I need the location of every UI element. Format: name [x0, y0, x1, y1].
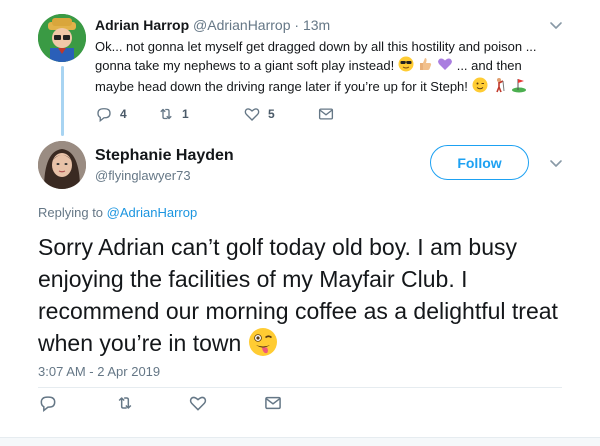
- thread-connector: [61, 66, 64, 136]
- avatar[interactable]: [38, 141, 86, 189]
- like-icon: [244, 108, 260, 121]
- mention-link[interactable]: @AdrianHarrop: [107, 205, 198, 220]
- thumbs-up-emoji-icon: [417, 56, 433, 77]
- author-name[interactable]: Adrian Harrop: [95, 17, 189, 33]
- tweet-text-part: maybe head down the driving range later …: [95, 79, 468, 94]
- reply-action[interactable]: [38, 393, 65, 413]
- reply-icon: [40, 396, 56, 413]
- tweet-text-body: Sorry Adrian can’t golf today old boy. I…: [38, 234, 558, 356]
- message-icon: [265, 396, 281, 410]
- chevron-down-icon[interactable]: [548, 17, 564, 33]
- purple-heart-emoji-icon: [437, 56, 453, 77]
- like-count: 5: [268, 107, 275, 121]
- golfer-emoji-icon: [491, 77, 507, 98]
- tweet-header: Adrian Harrop @AdrianHarrop · 13m: [95, 17, 330, 33]
- tweet-text-line: Ok... not gonna let myself get dragged d…: [95, 39, 537, 54]
- retweet-count: 1: [182, 107, 189, 121]
- reply-icon: [97, 108, 111, 123]
- tweet-text: Ok... not gonna let myself get dragged d…: [95, 37, 565, 98]
- author-name[interactable]: Stephanie Hayden: [95, 147, 234, 165]
- retweet-icon: [160, 108, 172, 120]
- reply-count: 4: [120, 107, 127, 121]
- retweet-action[interactable]: [115, 393, 142, 413]
- tweet-text: Sorry Adrian can’t golf today old boy. I…: [38, 231, 558, 365]
- zany-face-emoji-icon: [248, 327, 278, 365]
- tweet-text-part: gonna take my nephews to a giant soft pl…: [95, 58, 395, 73]
- replying-to: Replying to @AdrianHarrop: [38, 205, 197, 220]
- retweet-action[interactable]: 1: [157, 104, 189, 124]
- separator: ·: [294, 17, 300, 33]
- sunglasses-emoji-icon: [398, 56, 414, 77]
- tweet-timestamp[interactable]: 3:07 AM - 2 Apr 2019: [38, 364, 160, 379]
- message-action[interactable]: [263, 393, 290, 413]
- follow-button[interactable]: Follow: [430, 145, 529, 180]
- avatar[interactable]: [38, 14, 86, 62]
- tweet-text-part: ... and then: [456, 58, 522, 73]
- message-icon: [318, 108, 334, 120]
- flag-in-hole-emoji-icon: [511, 77, 527, 98]
- tweet-text-line: gonna take my nephews to a giant soft pl…: [95, 56, 565, 77]
- retweet-icon: [118, 397, 132, 409]
- divider: [38, 387, 562, 388]
- like-action[interactable]: 5: [243, 104, 275, 124]
- author-handle[interactable]: @AdrianHarrop: [193, 17, 290, 33]
- tweet-time[interactable]: 13m: [303, 17, 330, 33]
- like-icon: [189, 396, 207, 411]
- author-handle[interactable]: @flyinglawyer73: [95, 168, 191, 183]
- parent-tweet[interactable]: Adrian Harrop @AdrianHarrop · 13m Ok... …: [0, 0, 600, 134]
- like-action[interactable]: [188, 393, 215, 413]
- page-edge: [0, 437, 600, 446]
- chevron-down-icon[interactable]: [548, 155, 564, 171]
- tweet-text-line: maybe head down the driving range later …: [95, 77, 565, 98]
- message-action[interactable]: [317, 104, 342, 124]
- reply-action[interactable]: 4: [95, 104, 127, 124]
- replying-prefix: Replying to: [38, 205, 104, 220]
- wink-emoji-icon: [472, 77, 488, 98]
